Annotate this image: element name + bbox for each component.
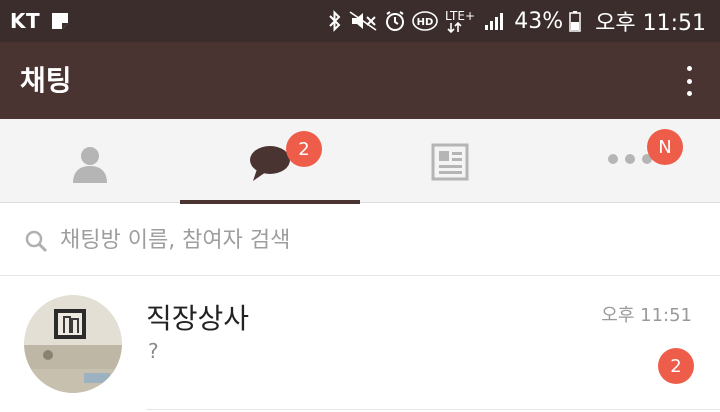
- status-bar: KT HD LTE+ 43% 오후 11:51: [0, 0, 720, 42]
- battery-percent: 43%: [514, 8, 564, 34]
- tab-feed[interactable]: [360, 119, 540, 203]
- alarm-icon: [384, 10, 406, 32]
- note-icon: [50, 11, 70, 31]
- news-icon: [431, 143, 469, 185]
- unread-badge: 2: [658, 348, 694, 384]
- more-horizontal-icon: [606, 151, 654, 170]
- avatar: [24, 295, 122, 393]
- tab-more[interactable]: N: [540, 119, 720, 203]
- svg-text:HD: HD: [417, 17, 434, 28]
- search-icon: [24, 229, 48, 257]
- bluetooth-icon: [328, 10, 342, 32]
- more-vertical-icon[interactable]: [684, 66, 694, 96]
- person-icon: [70, 143, 110, 187]
- search-bar: [0, 204, 720, 276]
- hd-icon: HD: [412, 10, 439, 32]
- chat-name: 직장상사: [146, 302, 250, 335]
- lte-icon: LTE+: [444, 8, 478, 34]
- battery-icon: [569, 10, 581, 32]
- status-left: KT: [10, 0, 70, 42]
- more-new-badge: N: [647, 129, 683, 165]
- mute-icon: [348, 10, 378, 32]
- page-title: 채팅: [20, 64, 72, 97]
- status-right: HD LTE+ 43% 오후 11:51: [328, 0, 706, 42]
- divider: [146, 409, 720, 410]
- tab-chats[interactable]: 2: [180, 119, 360, 204]
- menu-dot: [686, 91, 692, 96]
- chat-preview: ?: [148, 339, 159, 363]
- search-input[interactable]: [60, 222, 680, 258]
- chat-list-item[interactable]: 직장상사 ? 오후 11:51 2: [0, 277, 720, 412]
- chat-timestamp: 오후 11:51: [601, 305, 692, 326]
- tab-friends[interactable]: [0, 119, 180, 203]
- carrier-label: KT: [10, 9, 41, 33]
- chats-unread-badge: 2: [286, 131, 322, 167]
- app-bar: 채팅: [0, 42, 720, 119]
- menu-dot: [686, 66, 692, 71]
- clock: 오후 11:51: [595, 11, 706, 36]
- menu-dot: [686, 78, 692, 84]
- tab-bar: 2 N: [0, 119, 720, 204]
- signal-icon: [484, 10, 506, 32]
- lte-text: LTE+: [445, 9, 475, 23]
